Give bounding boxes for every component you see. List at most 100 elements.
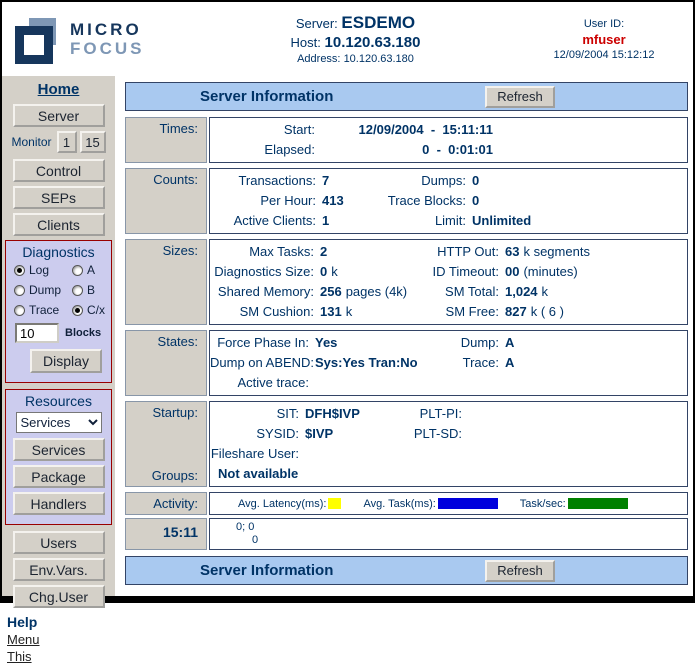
services-button[interactable]: Services bbox=[13, 438, 105, 461]
table-row: Fileshare User: bbox=[210, 444, 687, 464]
trace-radio-icon[interactable] bbox=[14, 305, 25, 316]
a-radio[interactable]: A bbox=[72, 263, 114, 277]
activity-time: 15:11 bbox=[125, 518, 207, 550]
field-label: ID Timeout: bbox=[413, 262, 503, 282]
field-value: 0 bbox=[320, 264, 327, 279]
page-header: MICRO FOCUS Server: ESDEMO Host: 10.120.… bbox=[2, 2, 693, 76]
field-label: Limit: bbox=[385, 211, 470, 231]
diagnostics-box: Diagnostics Log A Dump B Trace C/x Block… bbox=[5, 240, 112, 383]
seps-button[interactable]: SEPs bbox=[13, 186, 105, 209]
micro-focus-logo: MICRO FOCUS bbox=[12, 15, 182, 63]
logo-text: MICRO FOCUS bbox=[70, 20, 145, 58]
activity-value-line2: 0 bbox=[210, 534, 687, 547]
table-row: Active trace: bbox=[210, 373, 687, 393]
help-label: Help bbox=[7, 614, 115, 630]
field-label: PLT-PI: bbox=[378, 404, 466, 424]
table-row: Force Phase In:Yes Dump:A bbox=[210, 333, 687, 353]
footer-refresh-button[interactable]: Refresh bbox=[485, 560, 555, 582]
groups-label: Groups: bbox=[128, 468, 198, 483]
counts-section: Counts: Transactions:7 Dumps:0 Per Hour:… bbox=[125, 168, 688, 234]
legend-tasksec: Task/sec: bbox=[520, 498, 628, 510]
field-value: $IVP bbox=[303, 424, 378, 444]
log-radio-icon[interactable] bbox=[14, 265, 25, 276]
table-row: Max Tasks: 2 HTTP Out: 63k segments bbox=[210, 242, 687, 262]
field-label: SM Cushion: bbox=[210, 302, 318, 322]
legend-latency: Avg. Latency(ms): bbox=[238, 498, 341, 510]
server-label: Server: bbox=[296, 16, 338, 31]
a-radio-icon[interactable] bbox=[72, 265, 83, 276]
server-identity: Server: ESDEMO Host: 10.120.63.180 Addre… bbox=[182, 13, 529, 65]
diagnostics-title: Diagnostics bbox=[8, 244, 109, 260]
handlers-button[interactable]: Handlers bbox=[13, 492, 105, 515]
field-value: 256 bbox=[320, 284, 342, 299]
resources-title: Resources bbox=[8, 393, 109, 409]
states-section: States: Force Phase In:Yes Dump:A Dump o… bbox=[125, 330, 688, 396]
legend-task-label: Avg. Task(ms): bbox=[363, 498, 435, 510]
field-value: 7 bbox=[320, 171, 385, 191]
chguser-button[interactable]: Chg.User bbox=[13, 585, 105, 608]
field-value: 0 bbox=[470, 171, 687, 191]
table-row: Active Clients:1 Limit:Unlimited bbox=[210, 211, 687, 231]
b-radio-icon[interactable] bbox=[72, 285, 83, 296]
envvars-button[interactable]: Env.Vars. bbox=[13, 558, 105, 581]
blocks-label: Blocks bbox=[65, 327, 101, 339]
field-label: Dumps: bbox=[385, 171, 470, 191]
field-value: DFH$IVP bbox=[303, 404, 378, 424]
monitor-1-button[interactable]: 1 bbox=[57, 131, 77, 153]
field-label: SYSID: bbox=[210, 424, 303, 444]
log-radio[interactable]: Log bbox=[14, 263, 72, 277]
field-value: 413 bbox=[320, 191, 385, 211]
address-label: Address: bbox=[297, 53, 340, 65]
field-value: 12/09/2004 - 15:11:11 bbox=[315, 120, 493, 140]
sizes-section: Sizes: Max Tasks: 2 HTTP Out: 63k segmen… bbox=[125, 239, 688, 325]
clients-button[interactable]: Clients bbox=[13, 213, 105, 236]
field-value: 1 bbox=[320, 211, 385, 231]
dump-radio[interactable]: Dump bbox=[14, 283, 72, 297]
sizes-label: Sizes: bbox=[125, 239, 207, 325]
footer-title: Server Information bbox=[200, 562, 333, 579]
field-value bbox=[303, 444, 378, 464]
field-label: Fileshare User: bbox=[210, 444, 303, 464]
b-radio[interactable]: B bbox=[72, 283, 114, 297]
table-row: Dump on ABEND:Sys:Yes Tran:No Trace:A bbox=[210, 353, 687, 373]
table-row: Diagnostics Size: 0k ID Timeout: 00(minu… bbox=[210, 262, 687, 282]
server-button[interactable]: Server bbox=[13, 104, 105, 127]
cx-radio-icon[interactable] bbox=[72, 305, 83, 316]
cx-radio[interactable]: C/x bbox=[72, 303, 114, 317]
table-row: SM Cushion: 131k SM Free: 827k ( 6 ) bbox=[210, 302, 687, 322]
users-button[interactable]: Users bbox=[13, 531, 105, 554]
control-button[interactable]: Control bbox=[13, 159, 105, 182]
field-label: SM Free: bbox=[413, 302, 503, 322]
address-value: 10.120.63.180 bbox=[344, 53, 414, 65]
activity-time-row: 15:11 0; 0 0 bbox=[125, 518, 688, 550]
home-link[interactable]: Home bbox=[2, 81, 115, 98]
refresh-button[interactable]: Refresh bbox=[485, 86, 555, 108]
field-value: 63 bbox=[505, 244, 519, 259]
field-label: Trace: bbox=[413, 353, 503, 373]
field-label: SM Total: bbox=[413, 282, 503, 302]
field-label: Shared Memory: bbox=[210, 282, 318, 302]
field-label bbox=[378, 444, 466, 464]
this-link[interactable]: This bbox=[7, 649, 115, 664]
dump-radio-icon[interactable] bbox=[14, 285, 25, 296]
latency-color-swatch bbox=[328, 498, 341, 509]
field-label: HTTP Out: bbox=[413, 242, 503, 262]
field-label: Trace Blocks: bbox=[385, 191, 470, 211]
field-value bbox=[466, 404, 687, 424]
user-id-value: mfuser bbox=[529, 32, 679, 47]
table-row: Per Hour:413 Trace Blocks:0 bbox=[210, 191, 687, 211]
monitor-15-button[interactable]: 15 bbox=[80, 131, 106, 153]
user-info: User ID: mfuser 12/09/2004 15:12:12 bbox=[529, 18, 679, 61]
table-row: Start: 12/09/2004 - 15:11:11 bbox=[210, 120, 687, 140]
user-id-label: User ID: bbox=[529, 18, 679, 30]
field-label: Force Phase In: bbox=[210, 333, 313, 353]
package-button[interactable]: Package bbox=[13, 465, 105, 488]
host-label: Host: bbox=[291, 35, 321, 50]
trace-radio[interactable]: Trace bbox=[14, 303, 72, 317]
field-suffix: k ( 6 ) bbox=[531, 304, 564, 319]
menu-link[interactable]: Menu bbox=[7, 632, 115, 647]
blocks-input[interactable] bbox=[15, 323, 59, 343]
logo-line2: FOCUS bbox=[70, 39, 145, 58]
display-button[interactable]: Display bbox=[30, 349, 102, 373]
resources-dropdown[interactable]: Services bbox=[16, 412, 102, 433]
